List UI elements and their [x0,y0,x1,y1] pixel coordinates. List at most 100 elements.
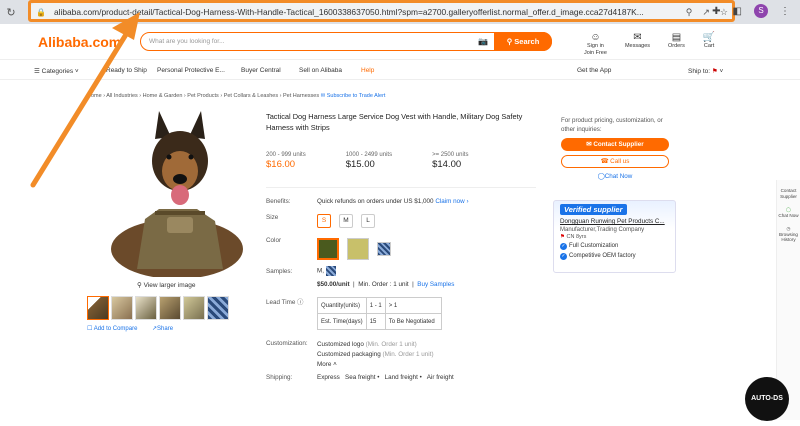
subscribe-trade-alert[interactable]: ✉ Subscribe to Trade Alert [321,93,386,99]
product-main-image[interactable] [97,109,252,277]
breadcrumb-pet-products[interactable]: Pet Products [187,93,219,99]
sidebar-toggle-icon[interactable]: ◧ [733,6,742,17]
view-larger-image[interactable]: ⚲ View larger image [137,281,195,289]
samples-value: M, [317,266,336,276]
sample-min-order: Min. Order : 1 unit [358,281,409,288]
side-browsing-history[interactable]: ◷ Browsing History [777,226,800,243]
breadcrumb-home[interactable]: Home [87,93,102,99]
color-swatch[interactable] [377,242,391,256]
tier-price: $16.00 [266,159,296,170]
price-tier: 200 - 999 units $16.00 [266,150,306,170]
ship-to[interactable]: Ship to: ⚑ ˅ [688,67,723,75]
size-option[interactable]: S [317,214,331,228]
table-cell: To Be Negotiated [384,313,442,330]
nav-personal-protective[interactable]: Personal Protective E... [157,67,225,74]
thumbnail[interactable] [159,296,181,320]
size-label: Size [266,214,279,221]
sign-in-button[interactable]: ☺ Sign in Join Free [584,32,607,57]
color-options [317,238,391,260]
product-title: Tactical Dog Harness Large Service Dog V… [266,112,523,132]
search-button-label: Search [514,37,540,46]
company-name[interactable]: Dongguan Runwing Pet Products C... [560,218,675,225]
profile-avatar[interactable]: S [754,4,768,18]
header-icons: ☺ Sign in Join Free ✉ Messages ▤ Orders 🛒 Car… [584,32,715,57]
claim-now-link[interactable]: Claim now › [435,198,468,205]
thumbnail[interactable] [135,296,157,320]
side-chat-now[interactable]: ◯ Chat Now [777,207,800,218]
table-cell: > 1 [384,297,442,314]
search-button[interactable]: ⚲ Search [494,32,552,51]
history-icon: ◷ [786,226,791,231]
buy-samples-link[interactable]: Buy Samples [417,281,454,288]
orders-button[interactable]: ▤ Orders [668,32,685,57]
contact-panel: For product pricing, customization, or o… [561,117,669,180]
nav-buyer-central[interactable]: Buyer Central [241,67,281,74]
feature-label: Competitive OEM factory [569,253,636,259]
color-swatch[interactable] [347,238,369,260]
reload-icon[interactable]: ↻ [0,6,22,19]
chat-now-link[interactable]: ◯Chat Now [561,173,669,180]
inquiry-text: For product pricing, customization, or o… [561,117,663,133]
feature-label: Full Customization [569,243,619,249]
flag-icon: ⚑ [711,67,718,75]
camera-icon[interactable]: 📷 [478,37,488,46]
menu-dots-icon[interactable]: ⋮ [780,6,790,17]
breadcrumb: Home › All Industries › Home & Garden › … [87,93,386,99]
share-label: Share [157,326,174,332]
categories-label: Categories [41,67,74,75]
get-the-app[interactable]: Get the App [577,67,611,74]
zoom-icon: ⚲ [137,282,142,289]
lead-time-label: Lead Time ⓘ [266,297,303,306]
sample-swatch[interactable] [325,266,336,276]
search-input[interactable]: What are you looking for... [149,38,478,45]
alibaba-logo[interactable]: Alibaba.com [38,34,121,50]
company-years: 8yrs [575,234,587,240]
thumbnail[interactable] [87,296,109,320]
url-highlight-box [28,0,735,22]
breadcrumb-pet-harnesses[interactable]: Pet Harnesses [283,93,319,99]
thumbnail[interactable] [111,296,133,320]
call-us-label: Call us [610,158,630,165]
thumbnail[interactable] [183,296,205,320]
supplier-card: Verified supplier Dongguan Runwing Pet P… [553,200,676,273]
flag-icon: ⚑ [560,234,565,240]
messages-button[interactable]: ✉ Messages [625,32,650,57]
company-type: Manufacturer,Trading Company [560,227,645,233]
breadcrumb-home-garden[interactable]: Home & Garden [143,93,183,99]
chat-icon: ◯ [597,173,605,180]
more-toggle[interactable]: More ˄ [317,360,434,370]
checkbox-icon: ☐ [87,326,93,332]
nav-help[interactable]: Help [361,67,374,74]
size-option[interactable]: M [339,214,353,228]
nav-sell-on-alibaba[interactable]: Sell on Alibaba [299,67,342,74]
customization-label: Customization: [266,340,308,347]
thumbnail-strip [87,296,229,320]
chat-now-label: Chat Now [604,173,633,180]
nav-ready-to-ship[interactable]: Ready to Ship [106,67,147,74]
side-contact-supplier[interactable]: Contact Supplier [777,188,800,199]
price-tiers: 200 - 999 units $16.00 1000 - 2499 units $… [266,150,468,170]
lead-time-table: Quantity(units) 1 - 1 > 1 Est. Time(days… [317,297,442,330]
feature-item: ✓ Competitive OEM factory [560,253,675,260]
color-swatch[interactable] [317,238,339,260]
thumbnail[interactable] [207,296,229,320]
table-row: Est. Time(days) 15 To Be Negotiated [317,313,442,330]
add-to-compare[interactable]: ☐ Add to Compare [87,325,137,332]
size-option[interactable]: L [361,214,375,228]
extensions-icon[interactable]: ✚ [712,6,720,17]
breadcrumb-industries[interactable]: All Industries [106,93,138,99]
samples-label: Samples: [266,268,293,275]
breadcrumb-pet-collars[interactable]: Pet Collars & Leashes [224,93,278,99]
share-link[interactable]: ↗Share [152,325,173,332]
custom-option-name: Customized packaging [317,351,381,358]
cart-button[interactable]: 🛒 Cart [703,32,715,57]
table-row: Quantity(units) 1 - 1 > 1 [317,297,442,314]
cart-icon: 🛒 [702,32,716,43]
contact-supplier-button[interactable]: ✉ Contact Supplier [561,138,669,151]
table-cell: 1 - 1 [365,297,386,314]
side-chat-label: Chat Now [778,212,799,218]
call-us-button[interactable]: ☎ Call us [561,155,669,168]
categories-menu[interactable]: ☰ Categories ˅ [34,67,79,75]
size-options: S M L [317,214,375,228]
info-icon[interactable]: ⓘ [297,299,303,306]
